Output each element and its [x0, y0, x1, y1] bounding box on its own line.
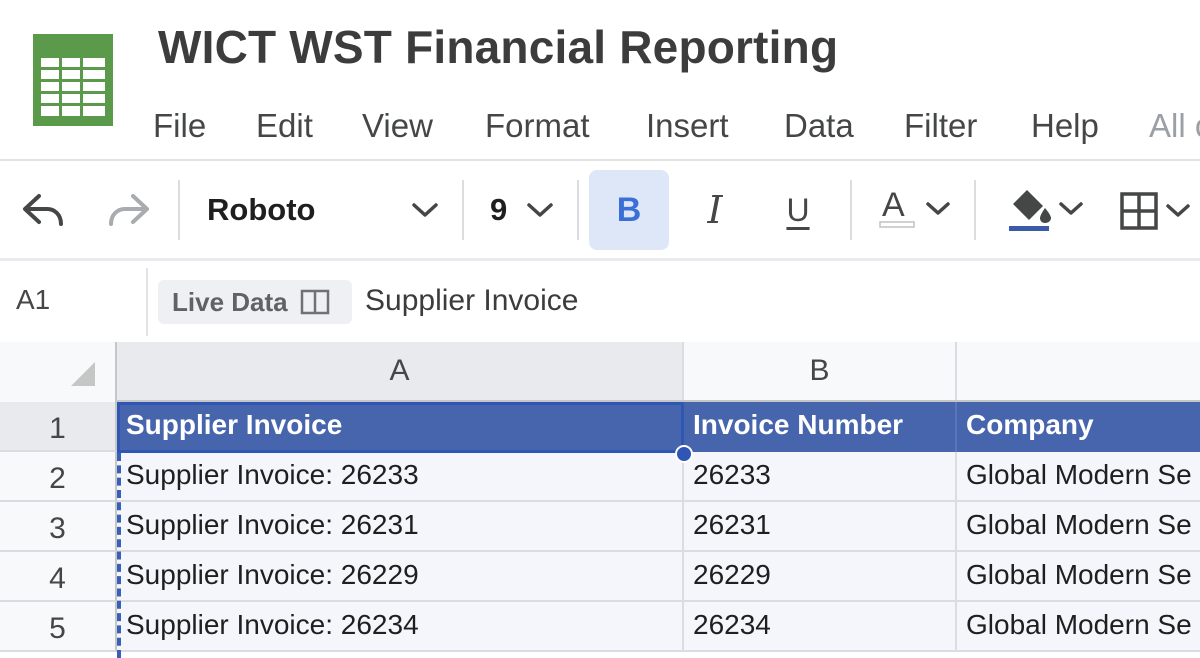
document-title[interactable]: WICT WST Financial Reporting: [158, 20, 838, 74]
toolbar-separator: [850, 180, 852, 240]
toolbar: Roboto 9 B I U A: [0, 162, 1200, 258]
cell-b2[interactable]: 26233: [684, 452, 957, 502]
cell-c5[interactable]: Global Modern Se: [957, 602, 1200, 652]
undo-button[interactable]: [18, 186, 68, 234]
chevron-down-icon[interactable]: [525, 200, 555, 220]
panel-icon: [300, 289, 329, 315]
cell-b1[interactable]: Invoice Number: [684, 402, 957, 452]
chevron-down-icon[interactable]: [410, 200, 440, 220]
spreadsheet-grid: A B 1 2 3 4 5 Supplier Invoice Invoice N…: [0, 342, 1200, 658]
cell-reference[interactable]: A1: [16, 284, 50, 316]
underline-button[interactable]: U: [773, 170, 823, 250]
formula-bar: A1 Live Data Supplier Invoice: [0, 262, 1200, 342]
toolbar-separator: [178, 180, 180, 240]
text-color-button[interactable]: A: [876, 182, 956, 238]
select-all-corner[interactable]: [0, 342, 117, 402]
redo-icon: [109, 194, 149, 226]
row-header-2[interactable]: 2: [0, 452, 117, 502]
svg-text:A: A: [882, 186, 905, 224]
toolbar-separator: [974, 180, 976, 240]
italic-button[interactable]: I: [690, 170, 740, 250]
row-header-5[interactable]: 5: [0, 602, 117, 652]
row-header-1[interactable]: 1: [0, 402, 117, 452]
fill-color-button[interactable]: [1005, 182, 1090, 238]
spreadsheet-logo-icon[interactable]: [33, 34, 113, 126]
column-header-a[interactable]: A: [117, 342, 684, 400]
column-header-c[interactable]: [957, 342, 1200, 400]
undo-icon: [23, 194, 63, 226]
toolbar-separator: [577, 180, 579, 240]
copy-range-marquee: [117, 453, 121, 658]
cell-c4[interactable]: Global Modern Se: [957, 552, 1200, 602]
cell-b4[interactable]: 26229: [684, 552, 957, 602]
row-header-3[interactable]: 3: [0, 502, 117, 552]
menu-edit[interactable]: Edit: [256, 106, 313, 146]
text-color-icon: A: [879, 186, 950, 228]
toolbar-separator: [462, 180, 464, 240]
cell-a2[interactable]: Supplier Invoice: 26233: [117, 452, 684, 502]
cell-b3[interactable]: 26231: [684, 502, 957, 552]
menu-all-commands[interactable]: All c: [1149, 106, 1200, 146]
column-header-b[interactable]: B: [684, 342, 957, 400]
menu-format[interactable]: Format: [485, 106, 590, 146]
fill-handle[interactable]: [675, 445, 693, 463]
cell-c2[interactable]: Global Modern Se: [957, 452, 1200, 502]
toolbar-divider: [0, 258, 1200, 261]
cell-c3[interactable]: Global Modern Se: [957, 502, 1200, 552]
menu-data[interactable]: Data: [784, 106, 854, 146]
cell-a5[interactable]: Supplier Invoice: 26234: [117, 602, 684, 652]
formula-bar-separator: [146, 268, 148, 336]
menu-insert[interactable]: Insert: [646, 106, 729, 146]
bold-button[interactable]: B: [589, 170, 669, 250]
live-data-label: Live Data: [172, 286, 288, 317]
cell-a1[interactable]: Supplier Invoice: [117, 402, 684, 452]
header-divider: [0, 159, 1200, 161]
live-data-chip[interactable]: Live Data: [158, 280, 352, 324]
borders-icon: [1120, 192, 1190, 230]
cell-a3[interactable]: Supplier Invoice: 26231: [117, 502, 684, 552]
menu-filter[interactable]: Filter: [904, 106, 977, 146]
fill-color-icon: [1009, 190, 1083, 231]
cell-c1[interactable]: Company: [957, 402, 1200, 452]
cell-a4[interactable]: Supplier Invoice: 26229: [117, 552, 684, 602]
redo-button[interactable]: [104, 186, 154, 234]
cell-b5[interactable]: 26234: [684, 602, 957, 652]
corner-triangle-icon: [71, 362, 95, 386]
font-size-select[interactable]: 9: [490, 192, 507, 228]
formula-input[interactable]: Supplier Invoice: [365, 284, 578, 318]
borders-button[interactable]: [1118, 186, 1200, 236]
row-header-4[interactable]: 4: [0, 552, 117, 602]
app-header: WICT WST Financial Reporting File Edit V…: [0, 0, 1200, 160]
font-family-select[interactable]: Roboto: [207, 192, 315, 228]
menu-view[interactable]: View: [362, 106, 433, 146]
menu-file[interactable]: File: [153, 106, 206, 146]
menu-help[interactable]: Help: [1031, 106, 1099, 146]
